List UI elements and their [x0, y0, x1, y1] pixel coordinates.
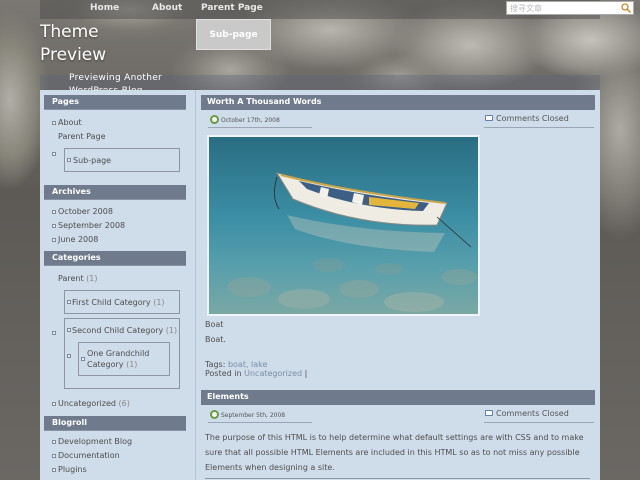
- comments-underline: [484, 127, 594, 128]
- nav-sub-page[interactable]: Sub-page: [196, 19, 271, 50]
- post-date: September 5th, 2008: [221, 412, 286, 419]
- date-icon: [210, 115, 219, 124]
- top-navigation: Home About Parent Page 搜寻文章: [40, 0, 634, 19]
- widget-title-categories: Categories: [44, 251, 186, 266]
- post-divider: [205, 478, 590, 479]
- bullet-icon: [81, 357, 85, 361]
- category-second-child[interactable]: Second Child Category (1): [72, 325, 177, 336]
- nav-parent-page[interactable]: Parent Page: [201, 3, 263, 13]
- bullet-icon: [52, 331, 56, 335]
- category-link[interactable]: Uncategorized: [244, 369, 302, 378]
- bullet-icon: [52, 152, 56, 156]
- archive-item[interactable]: September 2008: [58, 220, 125, 231]
- post-date: October 17th, 2008: [221, 117, 280, 124]
- bullet-icon: [67, 158, 71, 162]
- archive-item[interactable]: June 2008: [58, 234, 98, 245]
- bullet-icon: [52, 402, 56, 406]
- widget-title-pages: Pages: [44, 95, 186, 110]
- post-category: Posted in Uncategorized |: [205, 369, 308, 378]
- bullet-icon: [52, 468, 56, 472]
- bullet-icon: [52, 454, 56, 458]
- bullet-icon: [52, 224, 56, 228]
- blogroll-item[interactable]: Documentation: [58, 450, 120, 461]
- post-comments-status: Comments Closed: [496, 114, 569, 123]
- sidebar-page-subpage[interactable]: Sub-page: [73, 155, 111, 166]
- date-underline: [208, 127, 312, 128]
- date-underline: [208, 422, 312, 423]
- boat-image-svg: [209, 137, 478, 314]
- bullet-icon: [52, 210, 56, 214]
- boat-photo[interactable]: [207, 135, 480, 316]
- nav-about[interactable]: About: [152, 3, 182, 13]
- comments-icon: [485, 410, 493, 416]
- second-child-box: Second Child Category (1) One Grandchild…: [64, 318, 180, 389]
- sidebar-page-about[interactable]: About: [58, 117, 82, 128]
- comments-icon: [485, 115, 493, 121]
- nav-home[interactable]: Home: [90, 3, 119, 13]
- post-title-link[interactable]: Worth A Thousand Words: [201, 95, 595, 110]
- category-uncategorized[interactable]: Uncategorized (6): [58, 398, 130, 409]
- grandchild-box: One Grandchild Category (1): [78, 342, 170, 376]
- category-grandchild[interactable]: One Grandchild Category (1): [87, 348, 167, 370]
- comments-underline: [484, 422, 594, 423]
- sidebar-page-parent[interactable]: Parent Page: [58, 131, 106, 142]
- bullet-icon: [52, 440, 56, 444]
- category-first-child[interactable]: First Child Category (1): [72, 297, 165, 308]
- bullet-icon: [67, 354, 71, 358]
- first-child-box: First Child Category (1): [64, 290, 180, 314]
- blogroll-item[interactable]: Plugins: [58, 464, 87, 475]
- widget-title-archives: Archives: [44, 185, 186, 200]
- site-title[interactable]: Theme Preview: [40, 21, 150, 67]
- bullet-icon: [52, 121, 56, 125]
- blogroll-item[interactable]: Development Blog: [58, 436, 132, 447]
- date-icon: [210, 410, 219, 419]
- category-parent[interactable]: Parent (1): [58, 273, 98, 284]
- search-placeholder: 搜寻文章: [510, 4, 542, 13]
- image-caption-text: Boat.: [205, 335, 226, 344]
- content-panel: Pages About Parent Page Sub-page Archive…: [40, 90, 600, 480]
- post-body: The purpose of this HTML is to help dete…: [205, 433, 584, 472]
- main-content: Worth A Thousand Words October 17th, 200…: [195, 90, 600, 480]
- search-icon[interactable]: [621, 3, 631, 13]
- post-comments-status: Comments Closed: [496, 409, 569, 418]
- widget-title-blogroll: Blogroll: [44, 416, 186, 431]
- subpage-box: Sub-page: [64, 148, 180, 172]
- post-title-link[interactable]: Elements: [201, 390, 595, 405]
- archive-item[interactable]: October 2008: [58, 206, 113, 217]
- bullet-icon: [67, 300, 71, 304]
- search-input[interactable]: 搜寻文章: [506, 1, 634, 15]
- bullet-icon: [67, 328, 71, 332]
- bullet-icon: [52, 238, 56, 242]
- image-caption-link[interactable]: Boat: [205, 319, 223, 331]
